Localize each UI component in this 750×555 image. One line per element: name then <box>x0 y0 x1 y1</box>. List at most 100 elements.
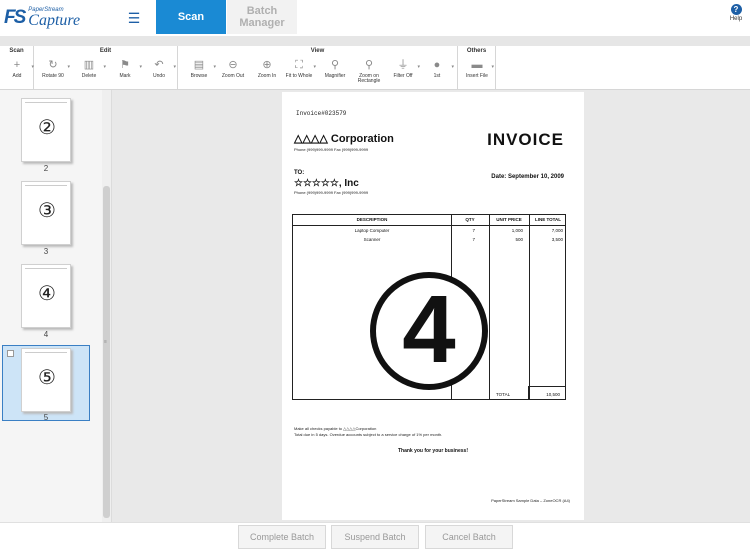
insert-file-icon: ▬ <box>471 59 483 71</box>
terms-note: Total due in 5 days. Overdue accounts su… <box>294 432 443 437</box>
column-header: UNIT PRICE <box>496 217 522 222</box>
zoom-out-icon: ⊖ <box>228 59 238 71</box>
group-title-view: View <box>310 48 325 54</box>
undo-icon: ↶ <box>154 59 164 71</box>
group-title-scan: Scan <box>9 48 24 54</box>
scrollbar-thumb[interactable] <box>103 186 110 518</box>
scroll-grip-icon: ≡ <box>104 339 107 345</box>
table-cell: Scanner <box>363 237 381 242</box>
ribbon-group-scan: Scan + Add ▾ <box>0 46 34 90</box>
zoom-rect-button[interactable]: ⚲ Zoom on Rectangle <box>352 57 386 88</box>
rotate-button[interactable]: ↻ Rotate 90 ▾ <box>36 57 70 88</box>
zoom-out-button[interactable]: ⊖ Zoom Out <box>216 57 250 88</box>
table-cell: 7 <box>472 228 475 233</box>
dropdown-arrow-icon[interactable]: ▾ <box>491 64 494 70</box>
app-header: FS PaperStream Capture ☰ Scan Batch Mana… <box>0 0 750 36</box>
table-cell: 500 <box>515 237 523 242</box>
dropdown-arrow-icon[interactable]: ▾ <box>451 64 454 70</box>
dropdown-arrow-icon[interactable]: ▾ <box>103 64 106 70</box>
filter-off-button[interactable]: ⏚ Filter Off ▾ <box>386 57 420 88</box>
logo-mark: FS <box>4 7 26 28</box>
table-cell: 3,500 <box>551 237 563 242</box>
thumbnail-page-2[interactable]: ② <box>21 98 71 162</box>
delete-button[interactable]: ▥ Delete ▾ <box>72 57 106 88</box>
thumbnail-checkbox[interactable] <box>7 350 14 357</box>
magnifier-icon: ⚲ <box>330 59 340 71</box>
thumbnail-number: ② <box>38 117 56 139</box>
total-value: 10,500 <box>546 392 560 397</box>
invoice-number: Invoice#023579 <box>296 110 347 117</box>
dropdown-arrow-icon[interactable]: ▾ <box>67 64 70 70</box>
table-cell: Laptop Computer <box>354 228 390 233</box>
ribbon-group-others: Others ▬ Insert File ▾ <box>458 46 496 90</box>
document-page: Invoice#023579 △△△△ Corporation Phone (9… <box>282 92 584 520</box>
thumbnail-number: ③ <box>38 200 56 222</box>
zoom-in-button[interactable]: ⊕ Zoom In <box>250 57 284 88</box>
suspend-batch-button[interactable]: Suspend Batch <box>331 525 419 549</box>
bottom-action-bar: Complete Batch Suspend Batch Cancel Batc… <box>0 522 750 555</box>
thumbnail-caption: 2 <box>43 164 49 173</box>
undo-button[interactable]: ↶ Undo ▾ <box>142 57 176 88</box>
tab-scan[interactable]: Scan <box>156 0 226 34</box>
thumbnail-page-3[interactable]: ③ <box>21 181 71 245</box>
to-label: TO: <box>294 170 305 176</box>
table-cell: 7 <box>472 237 475 242</box>
thumbnail-panel: ② 2 ③ 3 ④ 4 ⑤ 5 ≡ <box>0 90 112 522</box>
add-scan-icon: + <box>13 59 21 71</box>
magnifier-button[interactable]: ⚲ Magnifier <box>318 57 352 88</box>
zoom-in-icon: ⊕ <box>262 59 272 71</box>
page-number-stamp: 4 <box>370 272 488 390</box>
tab-batch-manager[interactable]: Batch Manager <box>227 0 297 34</box>
company-phone: Phone (999)999-9999 Fax (999)999-9999 <box>294 147 369 152</box>
toolbar-ribbon: Scan + Add ▾ Edit ↻ Rotate 90 ▾ ▥ Delete… <box>0 46 750 90</box>
fit-whole-icon: ⛶ <box>295 59 303 71</box>
ribbon-group-view: View ▤ Browse ▾ ⊖ Zoom Out ⊕ Zoom In ⛶ F… <box>178 46 458 90</box>
help-label: Help <box>729 16 743 22</box>
rotate-icon: ↻ <box>48 59 58 71</box>
thumbnail-caption: 3 <box>43 247 49 256</box>
trash-icon: ▥ <box>83 59 95 71</box>
table-cell: 1,000 <box>511 228 523 233</box>
browse-button[interactable]: ▤ Browse ▾ <box>182 57 216 88</box>
column-header: QTY <box>465 217 475 222</box>
invoice-date: Date: September 10, 2009 <box>491 174 564 180</box>
dropdown-arrow-icon[interactable]: ▾ <box>313 64 316 70</box>
invoice-title: INVOICE <box>487 130 564 149</box>
group-title-edit: Edit <box>99 48 112 54</box>
add-button[interactable]: + Add ▾ <box>0 57 34 88</box>
document-footer: PaperStream Sample Data – ZoneOCR (A4) <box>491 498 570 503</box>
help-button[interactable]: ? Help <box>724 4 748 22</box>
complete-batch-button[interactable]: Complete Batch <box>238 525 326 549</box>
company-name: △△△△ Corporation <box>294 133 394 145</box>
thumbnail-number: ⑤ <box>38 367 56 389</box>
first-page-button[interactable]: ● 1st ▾ <box>420 57 454 88</box>
fit-whole-button[interactable]: ⛶ Fit to Whole ▾ <box>282 57 316 88</box>
ribbon-separator <box>0 36 750 46</box>
cancel-batch-button[interactable]: Cancel Batch <box>425 525 513 549</box>
total-label: TOTAL <box>496 392 511 397</box>
logo-title: Capture <box>28 12 81 29</box>
thumbnail-scrollbar[interactable]: ≡ <box>102 90 111 522</box>
column-header: DESCRIPTION <box>356 217 388 222</box>
app-logo: FS PaperStream Capture <box>4 5 80 31</box>
help-icon: ? <box>730 4 742 15</box>
flag-icon: ⚑ <box>120 59 130 71</box>
mark-button[interactable]: ⚑ Mark ▾ <box>108 57 142 88</box>
customer-phone: Phone (999)999-9999 Fax (999)999-9999 <box>294 190 369 195</box>
browse-icon: ▤ <box>193 59 205 71</box>
zoom-rect-icon: ⚲ <box>364 59 374 71</box>
filter-icon: ⏚ <box>397 59 409 71</box>
hamburger-icon[interactable]: ☰ <box>124 10 144 26</box>
thumbnail-number: ④ <box>38 283 56 305</box>
thumbnail-caption: 5 <box>43 413 49 422</box>
ribbon-group-edit: Edit ↻ Rotate 90 ▾ ▥ Delete ▾ ⚑ Mark ▾ ↶… <box>34 46 178 90</box>
dropdown-arrow-icon[interactable]: ▾ <box>173 64 176 70</box>
first-page-icon: ● <box>433 59 441 71</box>
thanks-message: Thank you for your business! <box>397 448 468 454</box>
insert-file-button[interactable]: ▬ Insert File ▾ <box>460 57 494 88</box>
group-title-others: Others <box>466 48 487 54</box>
thumbnail-page-4[interactable]: ④ <box>21 264 71 328</box>
thumbnail-page-5[interactable]: ⑤ <box>21 348 71 412</box>
document-viewer[interactable]: Invoice#023579 △△△△ Corporation Phone (9… <box>112 90 750 522</box>
table-cell: 7,000 <box>551 228 563 233</box>
